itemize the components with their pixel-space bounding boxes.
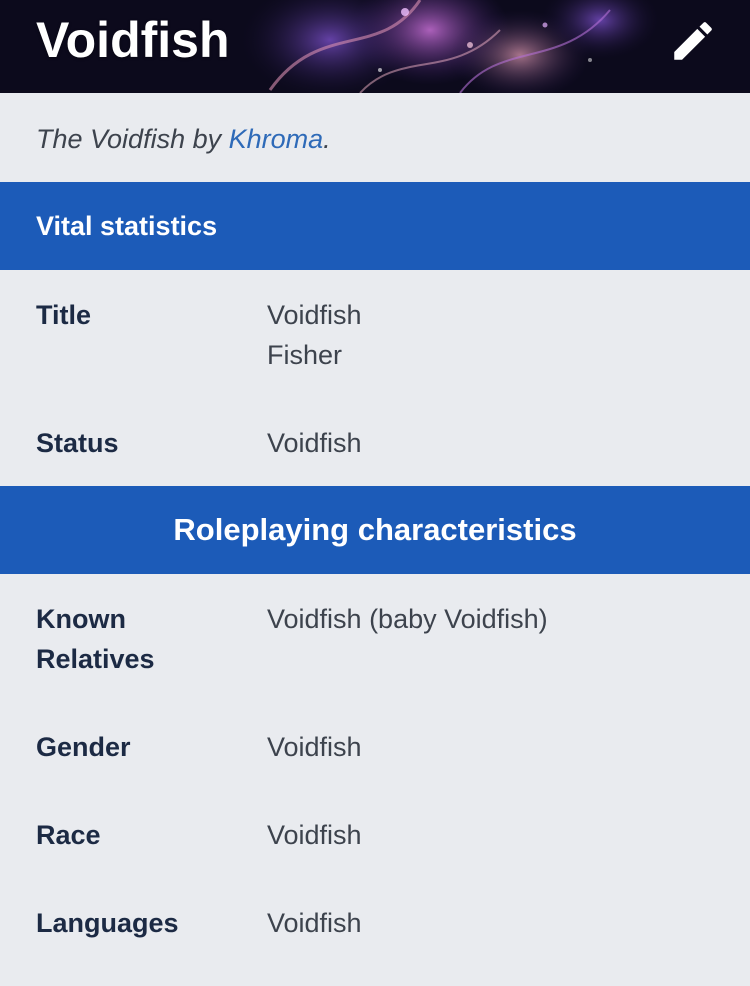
row-value: Voidfish Fisher xyxy=(267,295,727,375)
label-line: Relatives xyxy=(36,644,155,674)
row-value: Voidfish xyxy=(267,423,727,463)
row-value: Voidfish xyxy=(267,727,727,767)
value-line: Voidfish xyxy=(267,732,362,762)
row-label: Status xyxy=(36,428,119,458)
image-caption: The Voidfish by Khroma. xyxy=(36,119,331,159)
row-value: Voidfish (baby Voidfish) xyxy=(267,599,727,639)
value-line: Fisher xyxy=(267,340,343,370)
section-vital-statistics: Vital statistics xyxy=(0,182,750,270)
author-link[interactable]: Khroma xyxy=(229,124,324,154)
edit-button[interactable] xyxy=(662,10,724,72)
row-label: Known Relatives xyxy=(36,599,246,679)
section-heading: Vital statistics xyxy=(36,210,218,241)
pencil-icon xyxy=(674,22,712,60)
infobox-header: Voidfish xyxy=(0,0,750,93)
section-heading: Roleplaying characteristics xyxy=(173,512,577,547)
page-title: Voidfish xyxy=(36,12,230,68)
row-label: Gender xyxy=(36,732,131,762)
row-value: Voidfish xyxy=(267,815,727,855)
value-line: Voidfish xyxy=(267,300,362,330)
value-line: Voidfish (baby Voidfish) xyxy=(267,604,548,634)
value-line: Voidfish xyxy=(267,428,362,458)
row-label: Languages xyxy=(36,908,179,938)
label-line: Known xyxy=(36,604,126,634)
section-roleplaying-characteristics: Roleplaying characteristics xyxy=(0,486,750,574)
value-line: Voidfish xyxy=(267,908,362,938)
row-value: Voidfish xyxy=(267,903,727,943)
value-line: Voidfish xyxy=(267,820,362,850)
row-label: Race xyxy=(36,820,101,850)
row-label: Title xyxy=(36,300,92,330)
caption-suffix: . xyxy=(323,124,331,154)
caption-prefix: The Voidfish by xyxy=(36,124,229,154)
